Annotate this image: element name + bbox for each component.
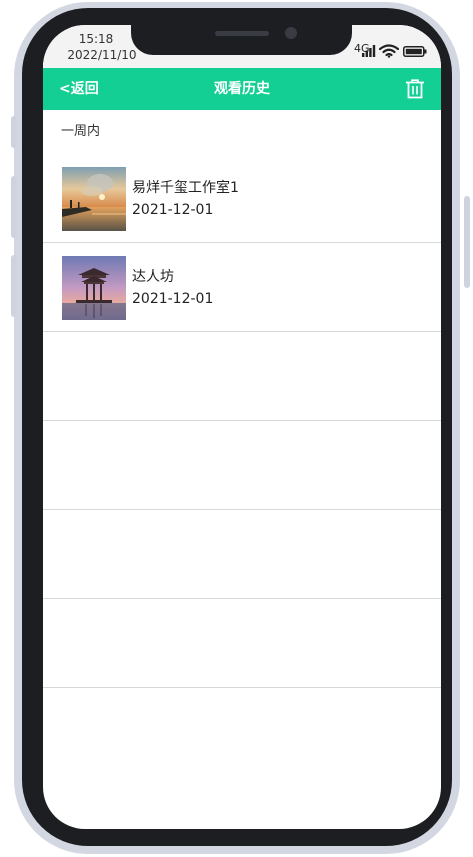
item-title: 达人坊 bbox=[132, 269, 174, 285]
history-list: 易烊千玺工作室1 2021-12-01 达人坊 2021-12-01 bbox=[43, 154, 441, 688]
video-thumbnail bbox=[62, 256, 126, 320]
phone-side-button-power bbox=[464, 196, 470, 288]
item-date: 2021-12-01 bbox=[132, 291, 214, 307]
history-item-empty[interactable] bbox=[43, 510, 441, 599]
speaker-grille bbox=[215, 31, 269, 36]
status-date: 2022/11/10 bbox=[67, 48, 137, 62]
phone-screen: 15:18 2022/11/10 4G <返回 观看历史 一周内 易烊千玺工作室… bbox=[43, 25, 441, 829]
section-header: 一周内 bbox=[61, 124, 101, 139]
phone-side-button-volume-down bbox=[11, 255, 17, 317]
page-title: 观看历史 bbox=[214, 81, 270, 97]
history-item-empty[interactable] bbox=[43, 421, 441, 510]
wifi-icon bbox=[379, 44, 399, 58]
item-title: 易烊千玺工作室1 bbox=[132, 180, 239, 196]
nav-bar: <返回 观看历史 bbox=[43, 68, 441, 110]
history-item[interactable]: 达人坊 2021-12-01 bbox=[43, 243, 441, 332]
video-thumbnail bbox=[62, 167, 126, 231]
battery-icon bbox=[403, 46, 427, 57]
phone-side-button-volume-up bbox=[11, 176, 17, 238]
history-item[interactable]: 易烊千玺工作室1 2021-12-01 bbox=[43, 154, 441, 243]
phone-notch bbox=[131, 22, 352, 55]
signal-icon bbox=[362, 45, 376, 57]
front-camera-icon bbox=[285, 27, 297, 39]
status-time: 15:18 bbox=[78, 32, 114, 46]
trash-icon[interactable] bbox=[405, 79, 425, 99]
item-date: 2021-12-01 bbox=[132, 202, 214, 218]
history-item-empty[interactable] bbox=[43, 332, 441, 421]
phone-side-button-mute bbox=[11, 116, 17, 148]
history-item-empty[interactable] bbox=[43, 599, 441, 688]
